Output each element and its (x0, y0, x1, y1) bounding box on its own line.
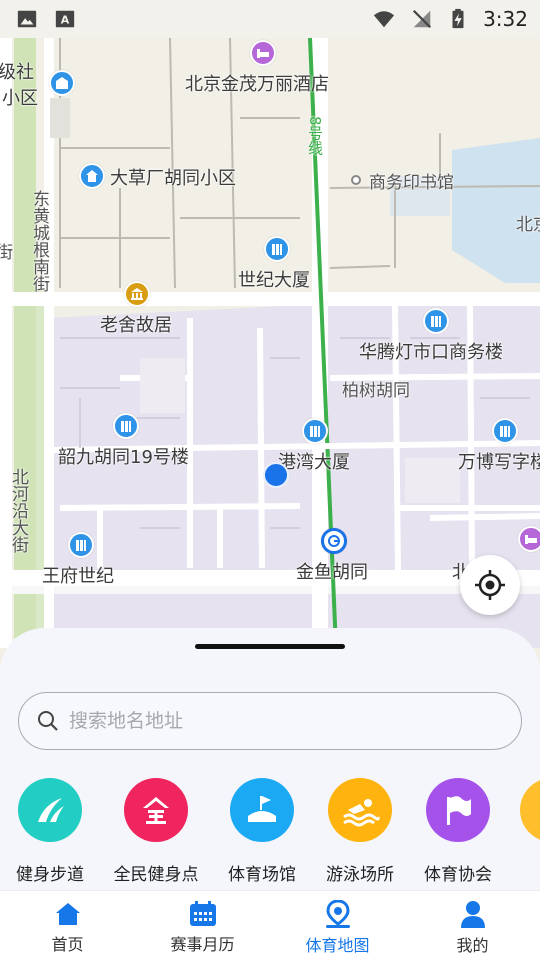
map-label-wangfu: 王府世纪 (42, 566, 114, 587)
battery-charging-icon (452, 8, 464, 29)
office-poi-icon[interactable] (264, 236, 290, 262)
building-poi-icon[interactable] (49, 70, 75, 96)
office-poi-icon[interactable] (423, 308, 449, 334)
tab-label: 赛事月历 (170, 934, 235, 954)
office-poi-icon[interactable] (68, 532, 94, 558)
place-dot-icon (351, 175, 361, 185)
category-label: 健身步道 (16, 865, 84, 885)
map-label-bei-edge: 北京 (516, 215, 540, 235)
sheet-drag-handle[interactable] (195, 644, 345, 649)
category-label: 游泳场所 (326, 865, 394, 885)
category-label: 体育协会 (424, 865, 492, 885)
category-partial[interactable]: 体 (502, 778, 540, 885)
map-view[interactable]: 级社 小区 北京金茂万丽酒店 8号线 大草厂胡同小区 商务印书馆 北京 东黄城根… (0, 38, 540, 648)
tab-calendar[interactable]: 赛事月历 (135, 891, 270, 960)
map-label-huangcheng: 东黄城根南街 (29, 190, 49, 292)
tab-sports-map[interactable]: 体育地图 (270, 891, 405, 960)
app-notification-icon: A (55, 10, 75, 28)
hotel-poi-icon[interactable] (250, 40, 276, 66)
map-label-baishu: 柏树胡同 (342, 381, 410, 401)
map-label-line8: 8号线 (306, 116, 324, 156)
community-poi-icon[interactable] (79, 163, 105, 189)
search-bar[interactable] (18, 692, 522, 750)
search-icon (38, 711, 58, 731)
map-label-community-2: 小区 (2, 88, 38, 109)
calendar-icon (189, 900, 216, 926)
map-pin-icon (325, 899, 350, 928)
map-label-jinyu: 金鱼胡同 (296, 562, 368, 583)
category-fitness-trail[interactable]: 健身步道 (0, 778, 100, 885)
map-label-hotel: 北京金茂万丽酒店 (185, 74, 329, 95)
category-partial-icon (520, 778, 540, 842)
map-label-shangwu: 商务印书馆 (369, 173, 454, 193)
map-label-huateng: 华腾灯市口商务楼 (359, 342, 503, 363)
trail-icon (18, 778, 82, 842)
map-label-shaojiu: 韶九胡同19号楼 (58, 447, 189, 468)
home-icon (55, 902, 80, 925)
clock: 3:32 (483, 7, 528, 31)
tab-profile[interactable]: 我的 (405, 891, 540, 960)
map-label-shiji: 世纪大厦 (238, 270, 310, 291)
map-label-community-1: 级社 (0, 62, 34, 83)
tab-label: 体育地图 (305, 935, 370, 955)
category-list[interactable]: 健身步道 全民健身点 体育场馆 游泳场所 体育协会 (0, 778, 540, 888)
tab-home[interactable]: 首页 (0, 891, 135, 960)
bottom-tab-bar: 首页 赛事月历 体育地图 我的 (0, 890, 540, 960)
tab-label: 我的 (456, 935, 489, 955)
tab-label: 首页 (51, 934, 84, 954)
map-label-beihe: 北河沿大街 (8, 468, 28, 553)
search-input[interactable] (69, 710, 489, 732)
office-poi-icon[interactable] (302, 418, 328, 444)
no-signal-icon (413, 9, 432, 29)
map-label-wanbo: 万博写字楼 (458, 452, 540, 473)
status-bar: A 3:32 (0, 0, 540, 38)
swimming-icon (328, 778, 392, 842)
svg-text:A: A (61, 14, 70, 27)
map-label-jie-left: 街 (0, 243, 13, 263)
flag-icon (426, 778, 490, 842)
bottom-sheet[interactable]: 健身步道 全民健身点 体育场馆 游泳场所 体育协会 (0, 628, 540, 890)
metro-station-icon[interactable] (321, 528, 347, 554)
office-poi-icon[interactable] (492, 418, 518, 444)
category-label: 全民健身点 (113, 865, 199, 885)
museum-poi-icon[interactable] (124, 281, 150, 307)
hotel-poi-icon[interactable] (518, 526, 540, 552)
map-label-dacaochang: 大草厂胡同小区 (110, 168, 236, 189)
wifi-icon (373, 11, 395, 28)
category-label: 体育场馆 (228, 865, 296, 885)
map-label-gangwan: 港湾大厦 (278, 452, 350, 473)
map-label-laoshe: 老舍故居 (100, 315, 172, 336)
person-icon (460, 900, 485, 928)
image-notification-icon (17, 10, 37, 28)
current-location-marker (263, 462, 289, 488)
category-association[interactable]: 体育协会 (408, 778, 508, 885)
fitness-point-icon (124, 778, 188, 842)
locate-me-button[interactable] (460, 555, 520, 615)
crosshair-icon (475, 570, 505, 600)
category-swimming[interactable]: 游泳场所 (310, 778, 410, 885)
stadium-icon (230, 778, 294, 842)
category-stadium[interactable]: 体育场馆 (212, 778, 312, 885)
category-fitness-point[interactable]: 全民健身点 (106, 778, 206, 885)
office-poi-icon[interactable] (113, 413, 139, 439)
